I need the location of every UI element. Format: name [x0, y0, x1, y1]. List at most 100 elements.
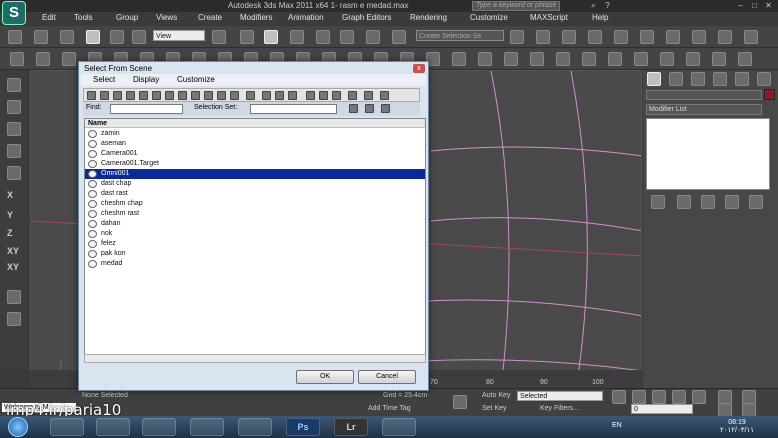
menu-edit[interactable]: Edit: [42, 13, 56, 22]
hierarchy-filter-icon[interactable]: [380, 91, 389, 100]
groups-filter-icon[interactable]: [165, 91, 174, 100]
axis-x-label[interactable]: X: [7, 190, 13, 200]
undo-icon[interactable]: [8, 30, 22, 44]
list-item[interactable]: zamin: [85, 129, 425, 139]
text-shape-icon[interactable]: [634, 52, 648, 66]
search-input[interactable]: Type a keyword or phrase: [472, 1, 560, 11]
create-selection-set-icon[interactable]: [349, 104, 358, 113]
utilities-tab-icon[interactable]: [757, 72, 771, 86]
list-item[interactable]: dast chap: [85, 179, 425, 189]
axis-xy-label[interactable]: XY: [7, 262, 19, 272]
named-selection-input[interactable]: Create Selection Se: [416, 30, 504, 41]
hierarchy-tab-icon[interactable]: [691, 72, 705, 86]
list-item[interactable]: dahan: [85, 219, 425, 229]
mirror-icon[interactable]: [510, 30, 524, 44]
select-none-icon[interactable]: [319, 91, 328, 100]
schematic-icon[interactable]: [640, 30, 654, 44]
list-item[interactable]: Camera001.Target: [85, 159, 425, 169]
modify-tab-icon[interactable]: [669, 72, 683, 86]
list-item[interactable]: felez: [85, 239, 425, 249]
make-unique-icon[interactable]: [701, 195, 715, 209]
modifier-stack[interactable]: [646, 118, 770, 190]
lightroom-icon[interactable]: Lr: [334, 418, 368, 436]
list-item[interactable]: dast rast: [85, 189, 425, 199]
axis-z-label[interactable]: Z: [7, 228, 13, 238]
folder-icon[interactable]: [246, 91, 255, 100]
maximize-viewport-icon[interactable]: [742, 403, 756, 417]
set-key-button[interactable]: Set Key: [482, 405, 507, 412]
close-icon[interactable]: ✕: [763, 1, 774, 10]
helpers-filter-icon[interactable]: [139, 91, 148, 100]
menu-customize[interactable]: Customize: [470, 13, 508, 22]
box-icon[interactable]: [10, 52, 24, 66]
menu-graph-editors[interactable]: Graph Editors: [342, 13, 391, 22]
auto-key-button[interactable]: Auto Key: [482, 392, 510, 399]
layer-icon[interactable]: [562, 30, 576, 44]
snap-3-icon[interactable]: [290, 30, 304, 44]
region-select-icon[interactable]: [60, 30, 74, 44]
configure-sets-icon[interactable]: [749, 195, 763, 209]
rectangle-icon[interactable]: [686, 52, 700, 66]
menu-help[interactable]: Help: [592, 13, 608, 22]
start-orb-icon[interactable]: [8, 417, 28, 437]
shapes-filter-icon[interactable]: [100, 91, 109, 100]
key-icon[interactable]: [453, 395, 467, 409]
object-color-swatch[interactable]: [764, 89, 775, 100]
find-input[interactable]: [110, 104, 183, 114]
containers-filter-icon[interactable]: [204, 91, 213, 100]
ellipse-icon[interactable]: [712, 52, 726, 66]
menu-rendering[interactable]: Rendering: [410, 13, 447, 22]
notes-icon[interactable]: [238, 418, 272, 436]
pivot-icon[interactable]: [212, 30, 226, 44]
frozen-filter-icon[interactable]: [217, 91, 226, 100]
select-manipulate-icon[interactable]: [240, 30, 254, 44]
pan-icon[interactable]: [718, 403, 732, 417]
minimize-icon[interactable]: –: [735, 1, 746, 10]
tool-icon[interactable]: [7, 78, 21, 92]
capsule-icon[interactable]: [478, 52, 492, 66]
list-item[interactable]: Camera001: [85, 149, 425, 159]
render-setup-icon[interactable]: [692, 30, 706, 44]
spinner-snap-icon[interactable]: [366, 30, 380, 44]
app-logo-icon[interactable]: S: [2, 1, 26, 25]
xrefs-filter-icon[interactable]: [178, 91, 187, 100]
lights-filter-icon[interactable]: [113, 91, 122, 100]
list-item[interactable]: medad: [85, 259, 425, 269]
render-frame-icon[interactable]: [718, 30, 732, 44]
cylinder-icon[interactable]: [62, 52, 76, 66]
list-item[interactable]: cheshm rast: [85, 209, 425, 219]
zoom-icon[interactable]: [718, 390, 732, 404]
explorer-icon[interactable]: [96, 418, 130, 436]
clock[interactable]: 08:19 ۲۰۱۲/۰۳/۱۱: [720, 419, 754, 434]
tool-icon[interactable]: [7, 100, 21, 114]
dialog-menu-customize[interactable]: Customize: [177, 75, 215, 84]
ok-button[interactable]: OK: [296, 370, 354, 384]
remove-modifier-icon[interactable]: [725, 195, 739, 209]
list-item[interactable]: pak kon: [85, 249, 425, 259]
axis-y-label[interactable]: Y: [7, 210, 13, 220]
create-tab-icon[interactable]: [647, 72, 661, 86]
hose-icon[interactable]: [504, 52, 518, 66]
torus-knot-icon[interactable]: [452, 52, 466, 66]
key-filters-button[interactable]: Key Filters...: [540, 405, 579, 412]
current-frame-field[interactable]: 0: [631, 404, 693, 414]
pin-stack-icon[interactable]: [651, 195, 665, 209]
3dsmax-taskbar-icon[interactable]: [190, 418, 224, 436]
select-icon[interactable]: [34, 30, 48, 44]
display-tab-icon[interactable]: [735, 72, 749, 86]
filter-funnel-icon[interactable]: [364, 91, 373, 100]
menu-tools[interactable]: Tools: [74, 13, 93, 22]
tool-icon[interactable]: [7, 290, 21, 304]
menu-modifiers[interactable]: Modifiers: [240, 13, 272, 22]
axis-xy-label[interactable]: XY: [7, 246, 19, 256]
app-icon[interactable]: [382, 418, 416, 436]
reference-coord-dropdown[interactable]: View: [153, 30, 205, 41]
cancel-button[interactable]: Cancel: [358, 370, 416, 384]
name-column-header[interactable]: Name: [85, 119, 425, 128]
dialog-menu-select[interactable]: Select: [93, 75, 115, 84]
geometry-filter-icon[interactable]: [87, 91, 96, 100]
angle-snap-icon[interactable]: [316, 30, 330, 44]
photoshop-icon[interactable]: Ps: [286, 418, 320, 436]
selection-set-dropdown[interactable]: [250, 104, 337, 114]
orbit-icon[interactable]: [742, 390, 756, 404]
